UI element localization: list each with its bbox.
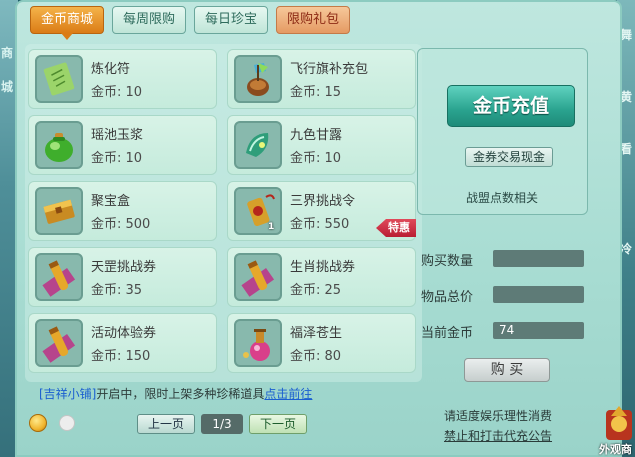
item-quantity: 1 <box>268 222 275 232</box>
item-card-flag-pack[interactable]: 飞行旗补充包 金币: 15 <box>227 49 416 109</box>
nectar-icon <box>234 121 282 169</box>
item-name: 瑶池玉浆 <box>91 128 144 143</box>
next-page-button[interactable]: 下一页 <box>249 414 308 434</box>
item-name: 炼化符 <box>91 62 131 77</box>
item-card-talisman[interactable]: 炼化符 金币: 10 <box>28 49 217 109</box>
item-card-tiangang-ticket[interactable]: 天罡挑战券 金币: 35 <box>28 247 217 307</box>
pagination: 上一页 1/3 下一页 <box>137 414 308 434</box>
item-price: 金币: 35 <box>91 283 143 298</box>
item-name: 飞行旗补充包 <box>290 62 369 77</box>
item-price: 金币: 10 <box>290 151 342 166</box>
item-price: 金币: 550 <box>290 217 350 232</box>
item-card-event-ticket[interactable]: 活动体验券 金币: 150 <box>28 313 217 373</box>
item-price: 金币: 80 <box>290 349 342 364</box>
anti-proxy-notice-link[interactable]: 禁止和打击代充公告 <box>444 427 552 444</box>
promo-text: 开启中，限时上架多种珍稀道具 <box>96 387 265 401</box>
purchase-quantity-label: 购买数量 <box>421 254 474 269</box>
tab-limited-gift[interactable]: 限购礼包 <box>276 6 351 34</box>
challenge-token-icon <box>234 187 282 235</box>
silver-icon[interactable] <box>59 415 75 431</box>
item-grid: 炼化符 金币: 10 飞行旗补充包 金币: 15 瑶池玉浆 金币: 10 九色甘… <box>25 44 422 382</box>
tab-daily-treasure[interactable]: 每日珍宝 <box>194 6 269 34</box>
tab-weekly-limit[interactable]: 每周限购 <box>112 6 187 34</box>
coin-icon[interactable] <box>29 414 47 432</box>
prev-page-button[interactable]: 上一页 <box>137 414 196 434</box>
scroll-icon <box>234 253 282 301</box>
item-name: 聚宝盒 <box>91 194 131 209</box>
scroll-icon <box>35 253 83 301</box>
coupon-exchange-button[interactable]: 金券交易现金 <box>465 147 553 167</box>
item-card-treasure-box[interactable]: 聚宝盒 金币: 500 <box>28 181 217 241</box>
item-price: 金币: 10 <box>91 85 143 100</box>
item-name: 生肖挑战券 <box>290 260 356 275</box>
current-gold-field: 74 <box>493 322 584 339</box>
tab-gold-mall[interactable]: 金币商城 <box>30 6 105 40</box>
go-to-link[interactable]: 点击前往 <box>264 387 312 401</box>
page-indicator: 1/3 <box>201 414 244 434</box>
total-price-label: 物品总价 <box>421 290 474 305</box>
talisman-icon <box>35 55 83 103</box>
promo-info-bar: [吉祥小铺]开启中，限时上架多种珍稀道具点击前往 <box>39 385 312 402</box>
purchase-quantity-field[interactable] <box>493 250 584 267</box>
recharge-box: 金币充值 金券交易现金 战盟点数相关 <box>417 48 588 215</box>
jade-liquid-icon <box>35 121 83 169</box>
lucky-shop-label: [吉祥小铺] <box>39 387 97 401</box>
item-price: 金币: 10 <box>91 151 143 166</box>
shop-tabs: 金币商城 每周限购 每日珍宝 限购礼包 <box>30 6 351 40</box>
item-price: 金币: 150 <box>91 349 151 364</box>
rational-spending-notice: 请适度娱乐理性消费 <box>444 409 553 423</box>
scroll-icon <box>35 319 83 367</box>
item-name: 九色甘露 <box>290 128 343 143</box>
item-card-jade-liquid[interactable]: 瑶池玉浆 金币: 10 <box>28 115 217 175</box>
potion-icon <box>234 319 282 367</box>
item-price: 金币: 15 <box>290 85 342 100</box>
item-name: 三界挑战令 <box>290 194 356 209</box>
special-offer-badge: 特惠 <box>376 219 416 237</box>
buy-button[interactable]: 购 买 <box>464 358 550 382</box>
edge-char: 商 <box>0 46 13 60</box>
item-name: 活动体验券 <box>91 326 157 341</box>
flag-pack-icon <box>234 55 282 103</box>
outfit-shop-label: 外观商 <box>599 443 632 456</box>
item-card-blessing[interactable]: 福泽苍生 金币: 80 <box>227 313 416 373</box>
gold-recharge-button[interactable]: 金币充值 <box>447 85 575 127</box>
item-card-nectar[interactable]: 九色甘露 金币: 10 <box>227 115 416 175</box>
edge-char: 城 <box>0 80 13 94</box>
item-card-challenge-token[interactable]: 1 三界挑战令 金币: 550 特惠 <box>227 181 416 241</box>
item-price: 金币: 25 <box>290 283 342 298</box>
item-name: 天罡挑战券 <box>91 260 157 275</box>
current-gold-label: 当前金币 <box>421 326 474 341</box>
treasure-box-icon <box>35 187 83 235</box>
item-name: 福泽苍生 <box>290 326 343 341</box>
item-price: 金币: 500 <box>91 217 151 232</box>
alliance-points-link[interactable]: 战盟点数相关 <box>466 189 538 206</box>
item-card-zodiac-ticket[interactable]: 生肖挑战券 金币: 25 <box>227 247 416 307</box>
total-price-field <box>493 286 584 303</box>
